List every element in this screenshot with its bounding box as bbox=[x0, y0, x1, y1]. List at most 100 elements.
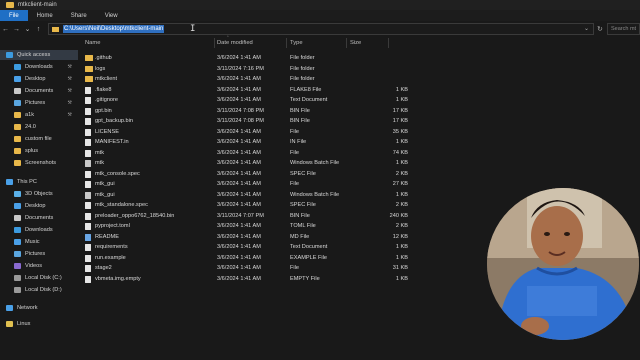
file-icon bbox=[85, 202, 91, 209]
column-name[interactable]: Name bbox=[85, 40, 100, 46]
file-type: TOML File bbox=[290, 223, 316, 230]
sidebar-item[interactable]: Local Disk (D:) bbox=[0, 285, 78, 295]
file-size: 1 KB bbox=[395, 97, 408, 104]
file-date: 3/6/2024 1:41 AM bbox=[217, 223, 261, 230]
file-row[interactable]: requirements 3/6/2024 1:41 AM Text Documen… bbox=[80, 242, 410, 253]
file-size: 1 KB bbox=[395, 139, 408, 146]
file-size: 1 KB bbox=[395, 275, 408, 282]
sidebar-item[interactable]: Downloads ⚒ bbox=[0, 62, 78, 72]
file-row[interactable]: mtk_gui 3/6/2024 1:41 AM Windows Batch Fil… bbox=[80, 190, 410, 201]
sidebar-item[interactable]: Quick access bbox=[0, 50, 78, 60]
column-date[interactable]: Date modified bbox=[217, 40, 253, 46]
sidebar-item[interactable]: Screenshots bbox=[0, 158, 78, 168]
sidebar-item[interactable]: Pictures bbox=[0, 249, 78, 259]
file-row[interactable]: mtk_standalone.spec 3/6/2024 1:41 AM SPEC … bbox=[80, 200, 410, 211]
file-row[interactable]: gpt.bin 3/11/2024 7:08 PM BIN File 17 KB bbox=[80, 106, 410, 117]
file-row[interactable]: README 3/6/2024 1:41 AM MD File 12 KB bbox=[80, 232, 410, 243]
column-type[interactable]: Type bbox=[290, 40, 303, 46]
address-path[interactable]: C:\Users\Neil\Desktop\mtkclient-main bbox=[63, 25, 165, 33]
file-row[interactable]: mtk_console.spec 3/6/2024 1:41 AM SPEC Fil… bbox=[80, 169, 410, 180]
sidebar-item[interactable]: Videos bbox=[0, 261, 78, 271]
column-headers: ˆ Name Date modified Type Size bbox=[80, 36, 600, 49]
file-row[interactable]: MANIFEST.in 3/6/2024 1:41 AM IN File 1 KB bbox=[80, 137, 410, 148]
file-name: README bbox=[95, 233, 119, 240]
file-row[interactable]: .github 3/6/2024 1:41 AM File folder bbox=[80, 53, 410, 64]
file-row[interactable]: .gitignore 3/6/2024 1:41 AM Text Document 1… bbox=[80, 95, 410, 106]
file-row[interactable]: mtkclient 3/6/2024 1:41 AM File folder bbox=[80, 74, 410, 85]
file-row[interactable]: vbmeta.img.empty 3/6/2024 1:41 AM EMPTY Fi… bbox=[80, 274, 410, 285]
sidebar-item-label: This PC bbox=[17, 179, 37, 185]
file-row[interactable]: LICENSE 3/6/2024 1:41 AM File 35 KB bbox=[80, 127, 410, 138]
column-divider[interactable] bbox=[214, 38, 215, 48]
sidebar-item[interactable]: custom file bbox=[0, 134, 78, 144]
file-size: 2 KB bbox=[395, 223, 408, 230]
sidebar-item[interactable]: Desktop bbox=[0, 201, 78, 211]
column-divider[interactable] bbox=[286, 38, 287, 48]
file-type: BIN File bbox=[290, 212, 310, 219]
search-input[interactable]: Search mt bbox=[607, 23, 640, 35]
file-type: File folder bbox=[290, 65, 315, 72]
file-icon bbox=[85, 149, 91, 157]
column-size[interactable]: Size bbox=[350, 40, 361, 46]
sidebar-item[interactable]: Documents ⚒ bbox=[0, 86, 78, 96]
tab-view[interactable]: View bbox=[96, 10, 127, 21]
file-size: 1 KB bbox=[395, 191, 408, 198]
file-type: File bbox=[290, 149, 300, 156]
sidebar-item-label: Documents bbox=[25, 215, 54, 221]
sidebar-item[interactable]: 24.0 bbox=[0, 122, 78, 132]
sidebar-item-label: Linux bbox=[17, 321, 31, 327]
file-row[interactable]: mtk 3/6/2024 1:41 AM Windows Batch File 1 K… bbox=[80, 158, 410, 169]
sidebar-item[interactable]: Network bbox=[0, 303, 78, 313]
sidebar-item[interactable]: splus bbox=[0, 146, 78, 156]
file-icon bbox=[85, 86, 91, 94]
chevron-down-icon[interactable]: ⌄ bbox=[584, 25, 589, 32]
sidebar-item[interactable]: Documents bbox=[0, 213, 78, 223]
sidebar-item[interactable]: This PC bbox=[0, 177, 78, 187]
sidebar-item-label: Pictures bbox=[25, 251, 46, 257]
pin-icon: ⚒ bbox=[67, 64, 72, 70]
folder-icon bbox=[85, 65, 93, 72]
file-type: File bbox=[290, 181, 300, 188]
file-row[interactable]: run.example 3/6/2024 1:41 AM EXAMPLE File 1… bbox=[80, 253, 410, 264]
documents-icon bbox=[14, 215, 21, 221]
file-row[interactable]: logs 3/11/2024 7:16 PM File folder bbox=[80, 64, 410, 75]
file-row[interactable]: .flake8 3/6/2024 1:41 AM FLAKE8 File 1 KB bbox=[80, 85, 410, 96]
file-row[interactable]: gpt_backup.bin 3/11/2024 7:08 PM BIN File 1… bbox=[80, 116, 410, 127]
sidebar-item-label: Desktop bbox=[25, 76, 46, 82]
forward-arrow-icon[interactable]: → bbox=[11, 26, 22, 33]
file-name: .gitignore bbox=[95, 97, 119, 104]
file-row[interactable]: stage2 3/6/2024 1:41 AM File 31 KB bbox=[80, 263, 410, 274]
file-size: 2 KB bbox=[395, 170, 408, 177]
sidebar-item[interactable]: 3D Objects bbox=[0, 189, 78, 199]
file-name: logs bbox=[95, 65, 106, 72]
sidebar-item[interactable]: Local Disk (C:) bbox=[0, 273, 78, 283]
file-icon bbox=[85, 233, 91, 241]
refresh-icon[interactable]: ↻ bbox=[597, 25, 603, 33]
sidebar-item[interactable]: Pictures ⚒ bbox=[0, 98, 78, 108]
folder-icon bbox=[52, 26, 59, 32]
file-row[interactable]: mtk_gui 3/6/2024 1:41 AM File 27 KB bbox=[80, 179, 410, 190]
file-date: 3/11/2024 7:16 PM bbox=[217, 65, 264, 72]
pin-icon: ⚒ bbox=[67, 100, 72, 106]
sidebar-item[interactable]: Music bbox=[0, 237, 78, 247]
back-arrow-icon[interactable]: ← bbox=[0, 26, 11, 33]
pc-icon bbox=[6, 179, 13, 185]
file-row[interactable]: mtk 3/6/2024 1:41 AM File 74 KB bbox=[80, 148, 410, 159]
address-bar[interactable]: C:\Users\Neil\Desktop\mtkclient-main ⌄ bbox=[48, 23, 594, 35]
folder-icon bbox=[85, 55, 93, 61]
sidebar-item[interactable]: Desktop ⚒ bbox=[0, 74, 78, 84]
folder-icon bbox=[14, 136, 21, 142]
sidebar-item[interactable]: a1k ⚒ bbox=[0, 110, 78, 120]
file-row[interactable]: pyproject.toml 3/6/2024 1:41 AM TOML File 2… bbox=[80, 221, 410, 232]
tab-share[interactable]: Share bbox=[62, 10, 96, 21]
column-divider[interactable] bbox=[388, 38, 389, 48]
sidebar-item[interactable]: Downloads bbox=[0, 225, 78, 235]
file-row[interactable]: preloader_oppo6762_18540.bin 3/11/2024 7:… bbox=[80, 211, 410, 222]
up-arrow-icon[interactable]: ↑ bbox=[33, 26, 44, 33]
sidebar-item[interactable]: Linux bbox=[0, 319, 78, 329]
tab-file[interactable]: File bbox=[0, 10, 28, 21]
tab-home[interactable]: Home bbox=[28, 10, 62, 21]
recent-chevron-icon[interactable]: ⌄ bbox=[22, 25, 33, 33]
column-divider[interactable] bbox=[346, 38, 347, 48]
file-date: 3/6/2024 1:41 AM bbox=[217, 275, 261, 282]
